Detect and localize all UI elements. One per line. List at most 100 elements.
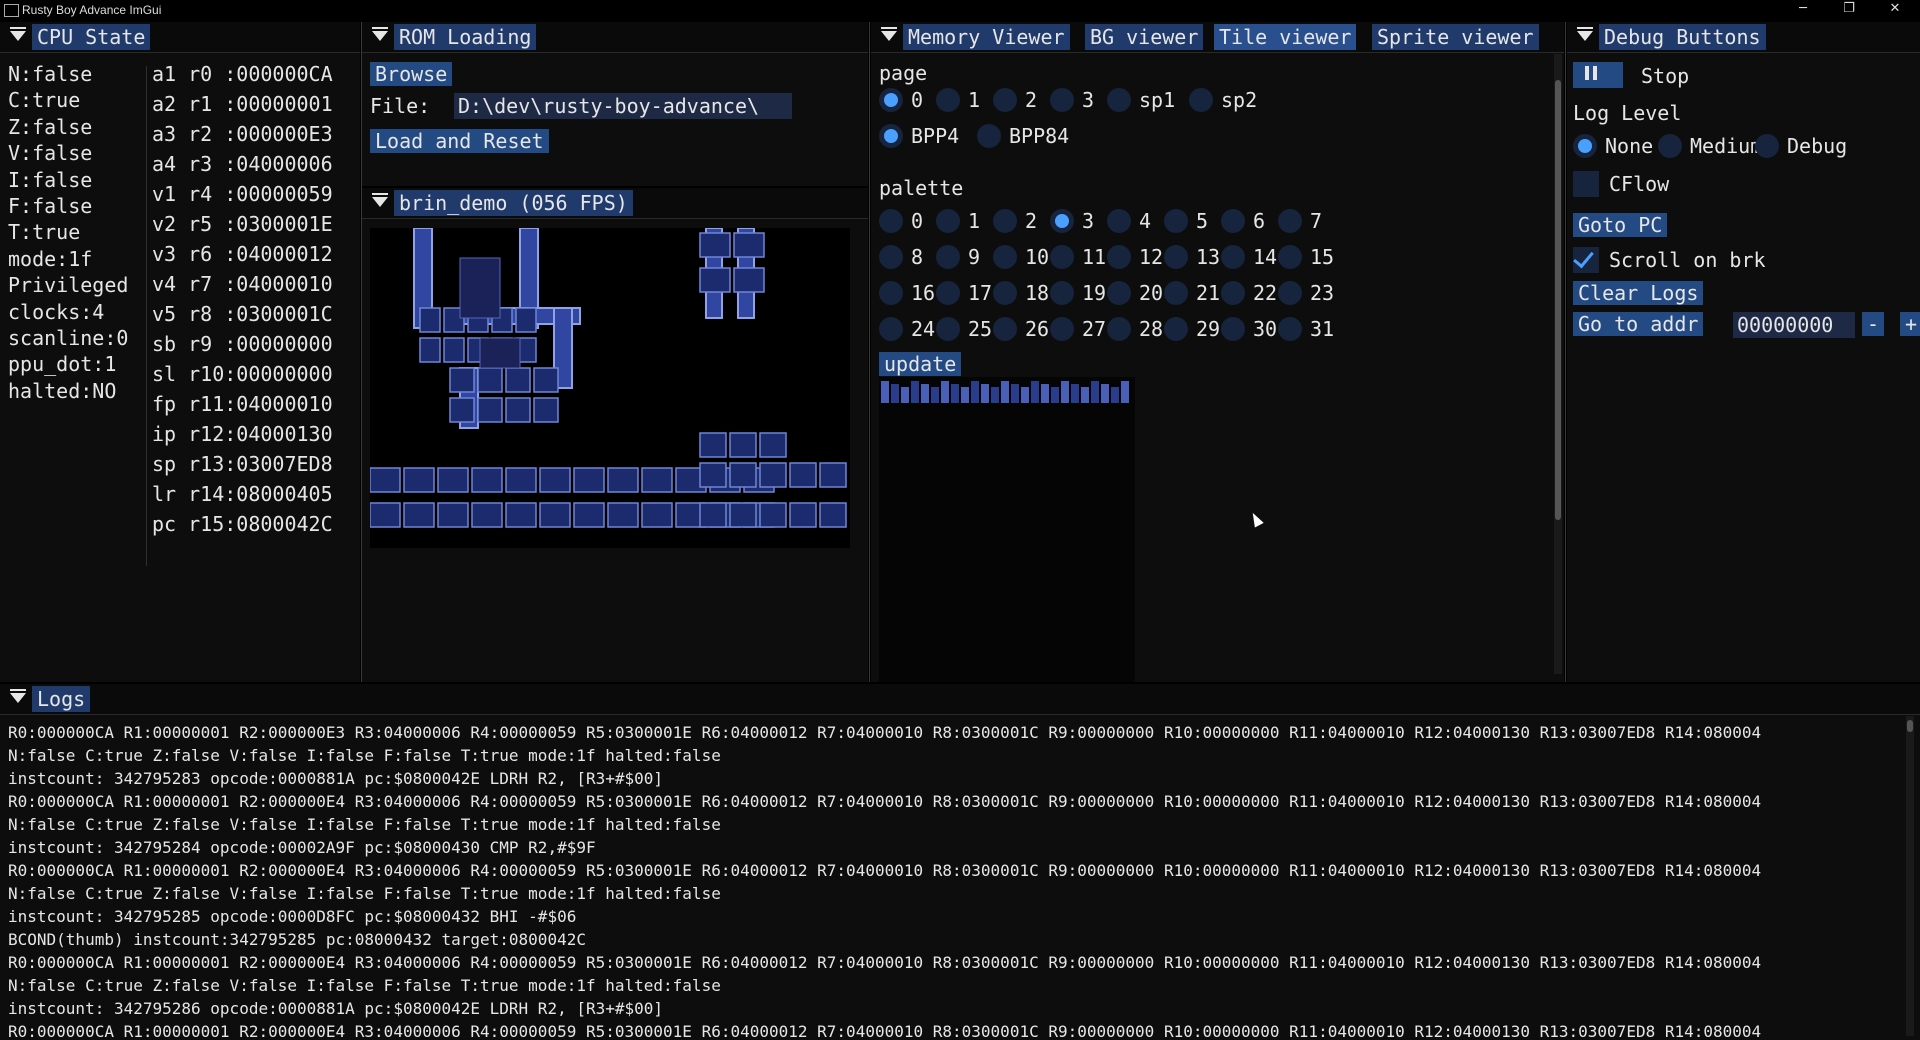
terrain-block: [733, 232, 765, 258]
collapse-icon[interactable]: [1577, 27, 1593, 41]
scroll-on-brk-checkbox[interactable]: [1573, 246, 1599, 273]
address-input[interactable]: 00000000: [1733, 312, 1855, 338]
palette-radio-8[interactable]: [879, 245, 903, 269]
palette-radio-12[interactable]: [1107, 245, 1131, 269]
palette-radio-3[interactable]: [1050, 209, 1074, 233]
terrain-block: [699, 462, 727, 488]
collapse-icon[interactable]: [881, 27, 897, 41]
log-level-radio-medium[interactable]: [1658, 134, 1682, 158]
palette-radio-21[interactable]: [1164, 281, 1188, 305]
palette-radio-22[interactable]: [1221, 281, 1245, 305]
palette-radio-27[interactable]: [1050, 317, 1074, 341]
palette-radio-18[interactable]: [993, 281, 1017, 305]
close-icon[interactable]: ✕: [1872, 1, 1918, 16]
browse-button[interactable]: Browse: [370, 62, 453, 86]
palette-radio-10[interactable]: [993, 245, 1017, 269]
terrain-block: [403, 467, 435, 493]
palette-radio-7[interactable]: [1278, 209, 1302, 233]
page-radio-3[interactable]: [1050, 88, 1074, 112]
palette-radio-19[interactable]: [1050, 281, 1074, 305]
terrain-block: [759, 502, 787, 528]
palette-radio-16[interactable]: [879, 281, 903, 305]
palette-radio-31[interactable]: [1278, 317, 1302, 341]
cpu-flag: C:true: [8, 88, 81, 113]
collapse-icon[interactable]: [372, 193, 388, 207]
rom-loading-title[interactable]: ROM Loading: [394, 24, 537, 50]
palette-radio-1[interactable]: [936, 209, 960, 233]
palette-radio-14[interactable]: [1221, 245, 1245, 269]
palette-radio-30[interactable]: [1221, 317, 1245, 341]
debug-buttons-header[interactable]: Debug Buttons: [1567, 22, 1920, 53]
logs-title[interactable]: Logs: [32, 686, 91, 712]
game-view-header[interactable]: brin_demo (056 FPS): [362, 188, 868, 219]
palette-radio-13[interactable]: [1164, 245, 1188, 269]
palette-radio-26[interactable]: [993, 317, 1017, 341]
palette-radio-28[interactable]: [1107, 317, 1131, 341]
increment-button[interactable]: +: [1900, 312, 1920, 336]
palette-radio-label: 22: [1253, 281, 1278, 305]
pause-button[interactable]: [1573, 62, 1623, 88]
tab-bg-viewer[interactable]: BG viewer: [1085, 24, 1204, 50]
bpp-radio-bpp84[interactable]: [977, 124, 1001, 148]
cpu-register: sp r13:03007ED8: [152, 452, 333, 476]
viewer-scroll-thumb[interactable]: [1555, 80, 1561, 520]
log-level-radio-none[interactable]: [1573, 134, 1597, 158]
palette-radio-4[interactable]: [1107, 209, 1131, 233]
logs-header[interactable]: Logs: [0, 684, 1920, 715]
palette-radio-17[interactable]: [936, 281, 960, 305]
palette-radio-23[interactable]: [1278, 281, 1302, 305]
palette-radio-9[interactable]: [936, 245, 960, 269]
collapse-icon[interactable]: [10, 689, 26, 703]
tile-graphic: [951, 384, 959, 403]
debug-buttons-title[interactable]: Debug Buttons: [1599, 24, 1766, 50]
goto-pc-button[interactable]: Goto PC: [1573, 213, 1668, 237]
palette-radio-2[interactable]: [993, 209, 1017, 233]
palette-radio-20[interactable]: [1107, 281, 1131, 305]
logs-scrollbar[interactable]: [1906, 716, 1914, 1036]
palette-radio-29[interactable]: [1164, 317, 1188, 341]
viewer-scrollbar[interactable]: [1554, 54, 1562, 674]
minimize-icon[interactable]: ─: [1780, 1, 1826, 16]
log-level-radio-debug[interactable]: [1755, 134, 1779, 158]
decrement-button[interactable]: -: [1862, 312, 1884, 336]
window-title: Rusty Boy Advance ImGui: [22, 3, 162, 17]
palette-radio-6[interactable]: [1221, 209, 1245, 233]
rom-loading-header[interactable]: ROM Loading: [362, 22, 868, 53]
page-radio-label: 2: [1025, 88, 1038, 112]
page-radio-1[interactable]: [936, 88, 960, 112]
restore-icon[interactable]: ❐: [1826, 1, 1872, 16]
cpu-state-header[interactable]: CPU State: [0, 22, 360, 53]
palette-radio-0[interactable]: [879, 209, 903, 233]
page-radio-2[interactable]: [993, 88, 1017, 112]
tab-tile-viewer[interactable]: Tile viewer: [1214, 24, 1357, 50]
palette-radio-25[interactable]: [936, 317, 960, 341]
go-to-addr-button[interactable]: Go to addr: [1573, 312, 1704, 336]
tab-memory-viewer[interactable]: Memory Viewer: [903, 24, 1070, 50]
load-and-reset-button[interactable]: Load and Reset: [370, 129, 549, 153]
tab-sprite-viewer[interactable]: Sprite viewer: [1372, 24, 1539, 50]
tile-canvas: [879, 377, 1135, 682]
log-level-label: Medium: [1690, 134, 1763, 158]
palette-radio-11[interactable]: [1050, 245, 1074, 269]
cpu-flag: scanline:0: [8, 326, 129, 350]
cflow-checkbox[interactable]: [1573, 171, 1599, 197]
tile-graphic: [1071, 384, 1079, 403]
palette-radio-15[interactable]: [1278, 245, 1302, 269]
cpu-state-title[interactable]: CPU State: [32, 24, 151, 50]
page-label: page: [879, 61, 928, 85]
terrain-block: [437, 502, 469, 528]
page-radio-0[interactable]: [879, 88, 903, 112]
collapse-icon[interactable]: [10, 27, 26, 41]
clear-logs-button[interactable]: Clear Logs: [1573, 281, 1704, 305]
game-view-title[interactable]: brin_demo (056 FPS): [394, 190, 633, 216]
terrain-block: [789, 462, 817, 488]
bpp-radio-bpp4[interactable]: [879, 124, 903, 148]
page-radio-sp2[interactable]: [1189, 88, 1213, 112]
logs-scroll-thumb[interactable]: [1907, 720, 1913, 732]
palette-radio-24[interactable]: [879, 317, 903, 341]
palette-radio-5[interactable]: [1164, 209, 1188, 233]
collapse-icon[interactable]: [372, 27, 388, 41]
file-path-input[interactable]: D:\dev\rusty-boy-advance\: [454, 93, 792, 119]
page-radio-sp1[interactable]: [1107, 88, 1131, 112]
update-button[interactable]: update: [879, 352, 962, 376]
